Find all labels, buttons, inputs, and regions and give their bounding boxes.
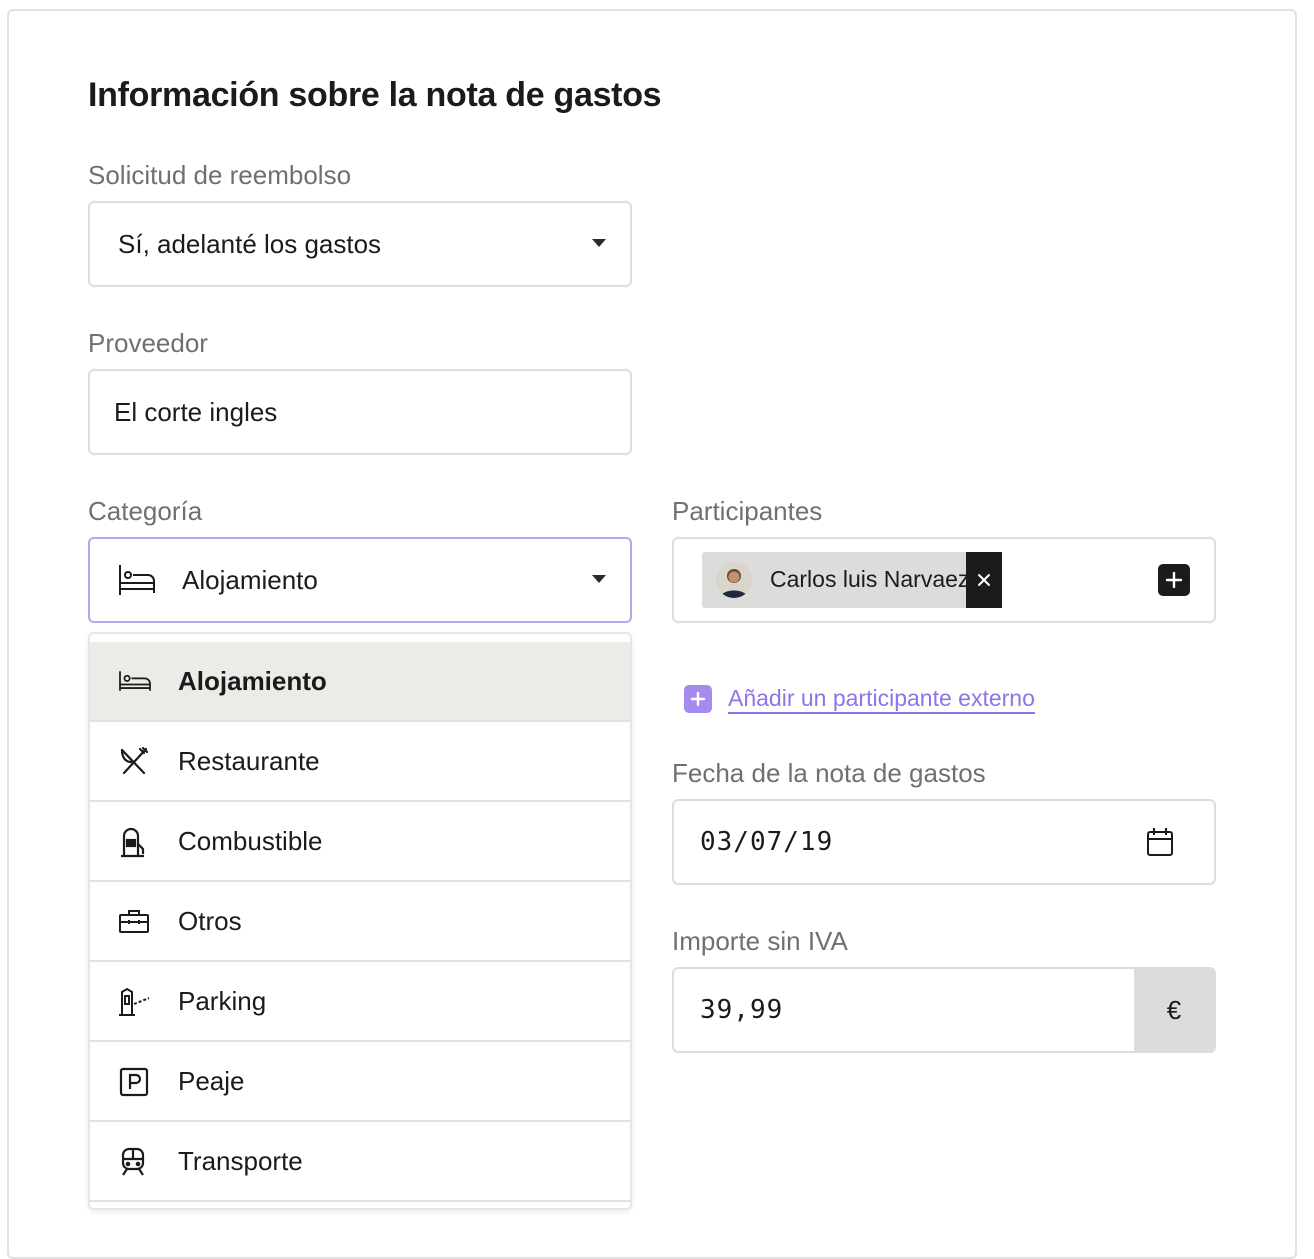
amount-label: Importe sin IVA <box>672 926 848 956</box>
option-label: Peaje <box>178 1065 245 1096</box>
option-label: Transporte <box>178 1145 303 1176</box>
parking-barrier-icon <box>118 986 152 1018</box>
train-icon <box>118 1146 152 1178</box>
category-option-alojamiento[interactable]: Alojamiento <box>90 642 630 722</box>
fork-knife-icon <box>118 746 152 778</box>
provider-label: Proveedor <box>88 328 208 358</box>
option-label: Otros <box>178 905 242 936</box>
category-label: Categoría <box>88 496 203 526</box>
briefcase-icon <box>118 906 152 938</box>
plus-icon <box>1165 571 1183 589</box>
category-option-otros[interactable]: Otros <box>90 882 630 962</box>
provider-input[interactable]: El corte ingles <box>88 369 632 455</box>
option-label: Parking <box>178 985 267 1016</box>
page-title: Información sobre la nota de gastos <box>88 76 662 114</box>
add-external-participant-label: Añadir un participante externo <box>728 684 1035 714</box>
option-label: Restaurante <box>178 745 320 776</box>
category-option-restaurante[interactable]: Restaurante <box>90 722 630 802</box>
reimbursement-select[interactable]: Sí, adelanté los gastos <box>88 201 632 287</box>
option-label: Combustible <box>178 825 323 856</box>
avatar <box>716 562 752 598</box>
amount-value: 39,99 <box>700 995 784 1025</box>
category-select[interactable]: Alojamiento <box>88 537 632 623</box>
calendar-icon[interactable] <box>1146 827 1174 862</box>
category-option-combustible[interactable]: Combustible <box>90 802 630 882</box>
date-input[interactable]: 03/07/19 <box>672 799 1216 885</box>
chevron-down-icon <box>592 575 606 583</box>
date-value: 03/07/19 <box>700 827 834 857</box>
category-option-parking[interactable]: Parking <box>90 962 630 1042</box>
add-external-participant-link[interactable]: Añadir un participante externo <box>684 682 1035 716</box>
participant-chip: Carlos luis Narvaez <box>702 552 1002 608</box>
close-icon[interactable] <box>966 552 1002 608</box>
bed-icon <box>118 666 152 698</box>
option-label: Alojamiento <box>178 665 327 696</box>
reimbursement-label: Solicitud de reembolso <box>88 160 352 190</box>
provider-value: El corte ingles <box>114 396 278 427</box>
bed-icon <box>118 563 156 602</box>
participant-name: Carlos luis Narvaez <box>770 566 966 592</box>
category-dropdown: Alojamiento Restaurante Combustible Otro… <box>88 632 632 1210</box>
amount-input[interactable]: 39,99 € <box>672 967 1216 1053</box>
participants-label: Participantes <box>672 496 823 526</box>
add-participant-button[interactable] <box>1158 564 1190 596</box>
parking-sign-icon <box>118 1066 152 1098</box>
currency-addon: € <box>1134 969 1214 1051</box>
category-value: Alojamiento <box>182 565 318 595</box>
plus-icon <box>684 685 712 713</box>
fuel-pump-icon <box>118 826 152 858</box>
category-option-transporte[interactable]: Transporte <box>90 1122 630 1202</box>
reimbursement-value: Sí, adelanté los gastos <box>118 228 382 259</box>
category-option-peaje[interactable]: Peaje <box>90 1042 630 1122</box>
date-label: Fecha de la nota de gastos <box>672 758 986 788</box>
chevron-down-icon <box>592 239 606 247</box>
